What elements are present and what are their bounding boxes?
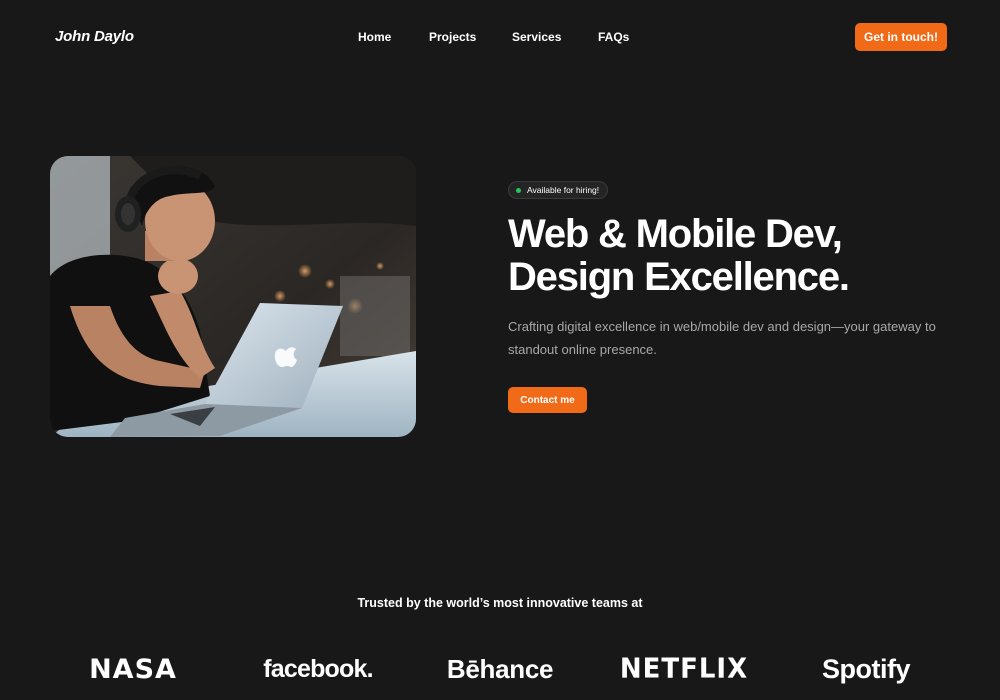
availability-badge: Available for hiring! [508, 181, 609, 199]
headline-line-2: Design Excellence. [508, 255, 850, 299]
nav-services[interactable]: Services [512, 30, 561, 44]
nav-faqs[interactable]: FAQs [598, 30, 629, 44]
facebook-logo: facebook. [263, 654, 373, 683]
contact-me-button[interactable]: Contact me [508, 387, 587, 413]
hero-headline: Web & Mobile Dev, Design Excellence. [508, 213, 968, 299]
get-in-touch-button[interactable]: Get in touch! [855, 23, 947, 51]
hero-subtext: Crafting digital excellence in web/mobil… [508, 319, 936, 357]
client-logos: NASA facebook. Bēhance NETFLIX Spotify [0, 650, 1000, 690]
behance-logo: Bēhance [446, 653, 554, 684]
headline-line-1: Web & Mobile Dev, [508, 212, 843, 256]
status-dot-icon [516, 187, 521, 193]
nav-home[interactable]: Home [358, 30, 391, 44]
nav-projects[interactable]: Projects [429, 30, 476, 44]
main-nav: Home Projects Services FAQs [0, 30, 1000, 46]
landing-page: John Daylo Home Projects Services FAQs G… [0, 0, 1000, 700]
netflix-logo: NETFLIX [619, 653, 749, 685]
trusted-heading: Trusted by the world’s most innovative t… [357, 596, 643, 610]
spotify-logo: Spotify [822, 653, 911, 684]
nasa-logo: NASA [89, 653, 177, 685]
badge-label: Available for hiring! [527, 185, 600, 195]
hero-photo [50, 156, 416, 437]
